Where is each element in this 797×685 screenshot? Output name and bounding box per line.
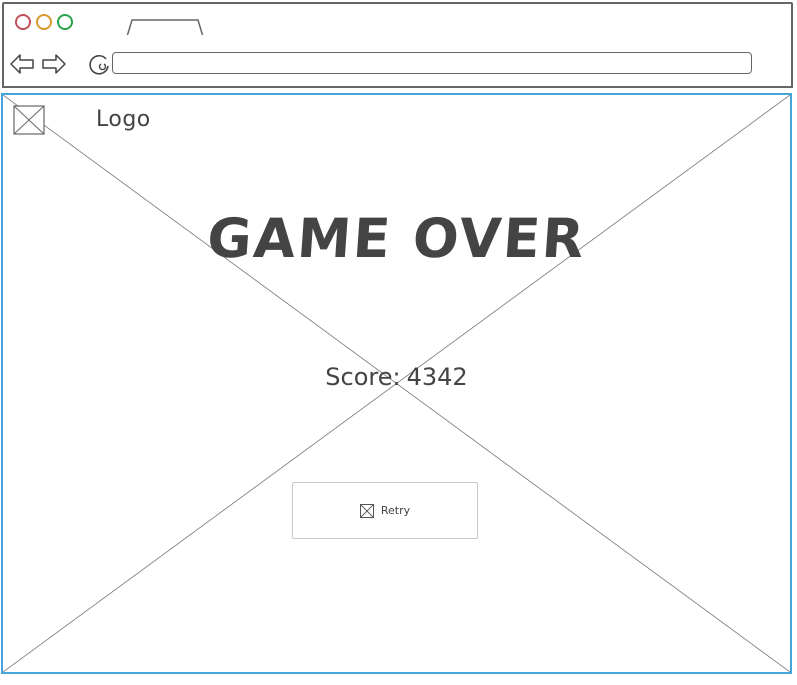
maximize-window-dot[interactable] <box>57 14 73 30</box>
url-input[interactable] <box>112 52 752 74</box>
retry-button[interactable]: Retry <box>292 482 478 539</box>
score-display: Score: 4342 <box>3 363 790 391</box>
browser-window: Logo GAME OVER Score: 4342 Retry <box>0 0 797 685</box>
score-value: 4342 <box>406 363 468 391</box>
browser-toolbar <box>2 35 793 88</box>
logo-text: Logo <box>96 107 151 132</box>
retry-label: Retry <box>380 504 411 517</box>
logo-image-icon <box>13 105 45 135</box>
reload-icon[interactable] <box>87 52 111 76</box>
browser-titlebar <box>2 2 793 40</box>
page-content: Logo GAME OVER Score: 4342 Retry <box>1 93 792 674</box>
arrow-left-icon[interactable] <box>9 52 35 76</box>
minimize-window-dot[interactable] <box>36 14 52 30</box>
score-label: Score: <box>325 363 401 391</box>
image-placeholder-icon <box>359 503 374 518</box>
arrow-right-icon[interactable] <box>41 52 67 76</box>
page-title: GAME OVER <box>205 207 588 270</box>
close-window-dot[interactable] <box>15 14 31 30</box>
